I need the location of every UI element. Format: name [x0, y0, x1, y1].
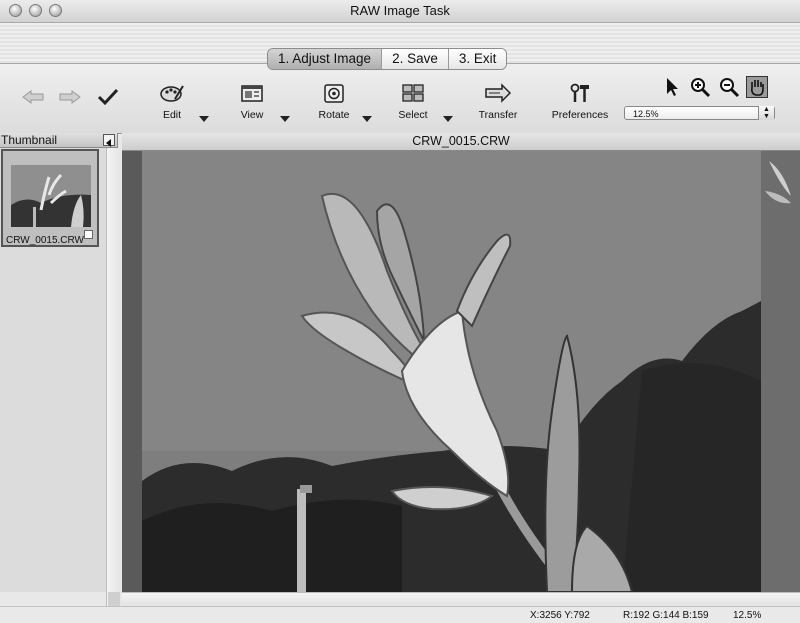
apply-button[interactable]: [97, 88, 119, 110]
transfer-icon: [485, 83, 512, 103]
arrow-cursor-icon: [667, 78, 678, 96]
view-window-icon: [241, 85, 263, 102]
viewer-horizontal-scrollbar[interactable]: [122, 592, 800, 607]
edit-dropdown-icon[interactable]: [199, 116, 209, 122]
forward-button[interactable]: [59, 90, 81, 112]
scrollbar-knob[interactable]: [108, 592, 120, 606]
tools-icon: [570, 83, 589, 102]
edit-label: Edit: [162, 109, 182, 121]
select-button[interactable]: Select: [393, 83, 433, 121]
view-button[interactable]: View: [232, 83, 272, 121]
thumbnail-image: [11, 165, 91, 227]
tab-save[interactable]: 2. Save: [382, 49, 449, 69]
checkmark-icon: [97, 88, 119, 106]
adjacent-photo-strip: [761, 151, 800, 592]
transfer-label: Transfer: [478, 109, 518, 121]
updown-arrows-icon: ▲ ▼: [758, 106, 774, 120]
collapse-panel-button[interactable]: [103, 134, 115, 147]
grid-select-icon: [402, 84, 424, 102]
image-filename: CRW_0015.CRW: [412, 134, 510, 148]
hand-icon: [751, 80, 764, 96]
hand-tool-button[interactable]: [746, 76, 768, 98]
edit-button[interactable]: Edit: [152, 83, 192, 121]
select-dropdown-icon[interactable]: [443, 116, 453, 122]
main-photo: [142, 151, 761, 592]
cursor-coordinates: X:3256 Y:792: [530, 610, 590, 621]
zoom-level-value: 12.5%: [633, 109, 659, 119]
right-arrow-icon: [59, 90, 81, 104]
status-zoom: 12.5%: [733, 610, 762, 621]
title-bar: RAW Image Task: [0, 0, 800, 23]
image-title-bar: CRW_0015.CRW: [122, 133, 800, 151]
preferences-label: Preferences: [551, 109, 609, 121]
zoom-out-tool-button[interactable]: [718, 76, 740, 98]
status-bar: X:3256 Y:792 R:192 G:144 B:159 12.5%: [0, 606, 800, 623]
pixel-rgb-value: R:192 G:144 B:159: [623, 610, 709, 621]
view-label: View: [240, 109, 264, 121]
rotate-label: Rotate: [318, 109, 350, 121]
preferences-button[interactable]: Preferences: [548, 83, 612, 121]
left-arrow-icon: [22, 90, 44, 104]
image-viewer[interactable]: [122, 151, 800, 592]
window-title: RAW Image Task: [350, 3, 450, 18]
thumbnail-checkbox[interactable]: [84, 230, 93, 239]
zoom-in-icon: [691, 78, 711, 98]
tab-adjust-image[interactable]: 1. Adjust Image: [268, 49, 383, 69]
thumbnail-panel-header: Thumbnail: [0, 133, 118, 148]
pointer-tool-button[interactable]: [660, 76, 682, 98]
transfer-button[interactable]: Transfer: [472, 83, 524, 121]
step-tabs: 1. Adjust Image 2. Save 3. Exit: [267, 48, 508, 70]
zoom-in-tool-button[interactable]: [689, 76, 711, 98]
select-label: Select: [398, 109, 428, 121]
zoom-out-icon: [720, 78, 740, 98]
back-button[interactable]: [22, 90, 44, 112]
thumbnail-item[interactable]: CRW_0015.CRW: [1, 149, 99, 247]
rotate-icon: [324, 84, 344, 103]
zoom-level-select[interactable]: 12.5% ▲ ▼: [624, 106, 775, 120]
rotate-button[interactable]: Rotate: [314, 83, 354, 121]
thumbnail-scrollbar[interactable]: [106, 148, 121, 606]
view-dropdown-icon[interactable]: [280, 116, 290, 122]
tab-exit[interactable]: 3. Exit: [448, 49, 507, 69]
palette-icon: [160, 85, 184, 102]
thumbnail-header-label: Thumbnail: [1, 133, 58, 147]
rotate-dropdown-icon[interactable]: [362, 116, 372, 122]
triangle-left-icon: [106, 139, 111, 147]
thumbnail-filename: CRW_0015.CRW: [6, 235, 84, 246]
